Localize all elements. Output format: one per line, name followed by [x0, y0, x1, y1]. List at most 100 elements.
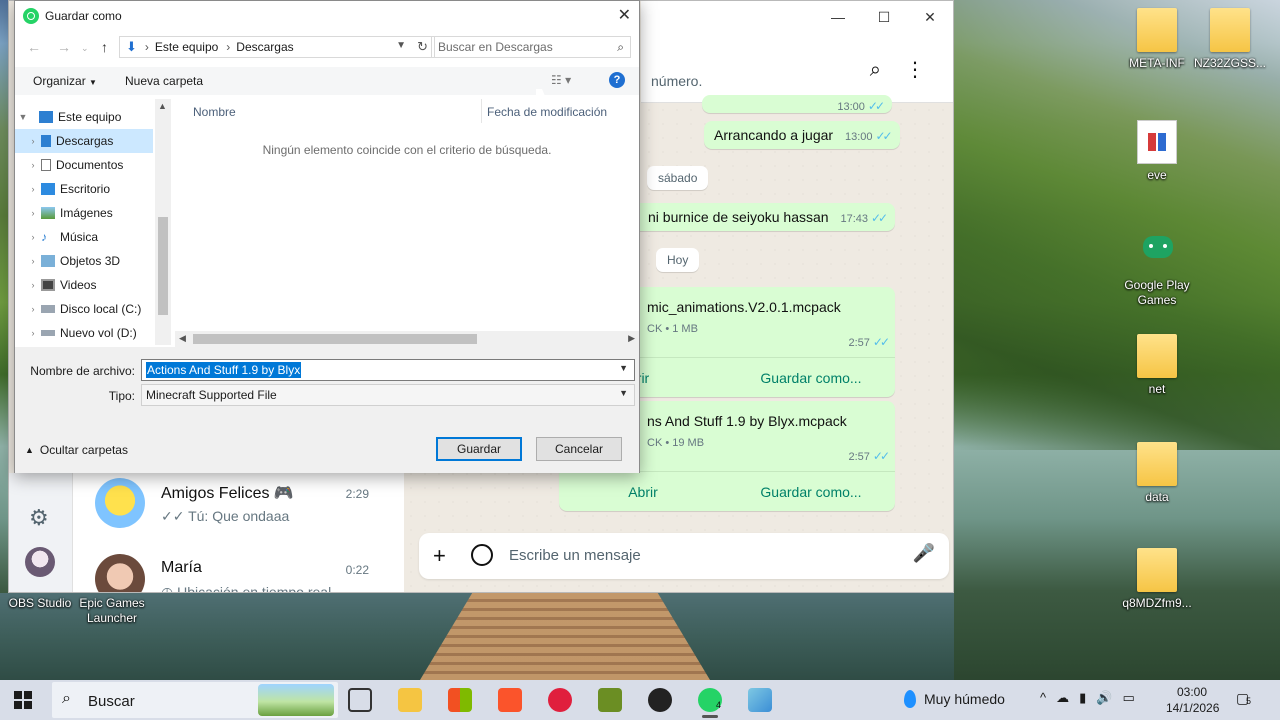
maximize-button[interactable]: ☐ — [861, 1, 907, 33]
tree-scrollbar[interactable]: ▲ — [155, 99, 171, 345]
scroll-left-icon[interactable]: ◀ — [179, 333, 186, 344]
cloud-icon[interactable]: ☁ — [1056, 690, 1069, 706]
column-header-date[interactable]: Fecha de modificación — [487, 105, 607, 119]
horizontal-scrollbar[interactable]: ◀ ▶ — [175, 331, 639, 347]
microphone-icon[interactable]: 🎤 — [913, 543, 935, 564]
more-options-icon[interactable]: ⋮ — [905, 57, 925, 82]
desktop-icon-google-play-games[interactable]: Google Play Games — [1117, 230, 1197, 308]
desktop-icon-net[interactable]: net — [1117, 334, 1197, 397]
scrollbar-thumb[interactable] — [193, 334, 477, 344]
network-icon[interactable]: ▭ — [1122, 690, 1134, 706]
organize-button[interactable]: Organizar ▼ — [33, 74, 97, 88]
breadcrumb-este-equipo[interactable]: Este equipo — [155, 40, 218, 54]
gear-icon[interactable]: ⚙ — [29, 505, 49, 531]
double-check-icon: ✓✓ — [867, 99, 885, 113]
chevron-down-icon[interactable]: ▼ — [396, 40, 406, 51]
chevron-right-icon[interactable]: › — [25, 232, 41, 242]
chat-list-item[interactable]: María 0:22 ◷ Ubicación en tiempo real — [73, 549, 403, 592]
chevron-right-icon[interactable]: › — [25, 256, 41, 266]
refresh-icon[interactable]: ↻ — [417, 39, 428, 55]
whatsapp-icon[interactable]: 4 — [698, 688, 722, 718]
weather-widget[interactable]: Muy húmedo — [904, 690, 1005, 708]
desktop-icon-obs-studio[interactable]: OBS Studio — [0, 596, 80, 611]
obs-studio-icon[interactable] — [648, 688, 672, 712]
tree-item-descargas[interactable]: › Descargas — [15, 129, 153, 153]
close-icon[interactable]: ✕ — [618, 5, 631, 25]
new-folder-button[interactable]: Nueva carpeta — [125, 74, 203, 88]
chevron-down-icon[interactable]: ▼ — [619, 388, 628, 398]
tree-item-escritorio[interactable]: › Escritorio — [15, 177, 153, 201]
chevron-right-icon[interactable]: › — [25, 184, 41, 194]
media-player-icon[interactable] — [548, 688, 572, 712]
chevron-up-icon[interactable]: ^ — [1040, 690, 1046, 706]
save-button[interactable]: Guardar — [436, 437, 522, 461]
taskbar-search[interactable]: ⌕ Buscar — [52, 682, 338, 718]
column-header-name[interactable]: Nombre — [193, 105, 236, 119]
recent-locations-icon[interactable]: ⌄ — [81, 43, 89, 54]
paint-icon[interactable] — [748, 688, 772, 712]
tree-item-documentos[interactable]: › Documentos — [15, 153, 153, 177]
task-view-icon[interactable] — [348, 688, 372, 712]
chevron-right-icon[interactable]: › — [25, 160, 41, 170]
tree-item-disco-local-c[interactable]: › Disco local (C:) — [15, 297, 153, 321]
desktop-icon-data[interactable]: data — [1117, 442, 1197, 505]
tree-item-imagenes[interactable]: › Imágenes — [15, 201, 153, 225]
chevron-down-icon[interactable]: ▼ — [15, 112, 31, 122]
filename-input[interactable]: Actions And Stuff 1.9 by Blyx ▼ — [141, 359, 635, 381]
help-icon[interactable]: ? — [609, 72, 625, 88]
chevron-right-icon[interactable]: › — [25, 280, 41, 290]
save-as-button[interactable]: Guardar como... — [727, 484, 895, 500]
tree-item-videos[interactable]: › Videos — [15, 273, 153, 297]
scroll-right-icon[interactable]: ▶ — [628, 333, 635, 344]
chevron-right-icon[interactable]: › — [25, 136, 41, 146]
tree-item-objetos-3d[interactable]: › Objetos 3D — [15, 249, 153, 273]
microsoft-store-icon[interactable] — [448, 688, 472, 712]
message-input[interactable]: Escribe un mensaje — [509, 547, 641, 564]
breadcrumb-descargas[interactable]: Descargas — [236, 40, 293, 54]
scroll-up-icon[interactable]: ▲ — [158, 101, 167, 111]
search-input[interactable]: Buscar en Descargas ⌕ — [431, 36, 631, 58]
chevron-down-icon[interactable]: ▼ — [619, 363, 628, 373]
close-button[interactable]: ✕ — [907, 1, 953, 33]
desktop-icon-epic-games[interactable]: Epic Games Launcher — [72, 596, 152, 626]
desktop-icon-q8mdzfm9[interactable]: q8MDZfm9... — [1117, 548, 1197, 611]
search-icon[interactable]: ⌕ — [870, 59, 881, 82]
windows-start-icon[interactable] — [14, 691, 32, 709]
back-arrow-icon[interactable]: ← — [27, 39, 41, 55]
scrollbar-thumb[interactable] — [158, 217, 168, 315]
cancel-button[interactable]: Cancelar — [536, 437, 622, 461]
view-options-icon[interactable]: ☷ ▾ — [551, 73, 571, 87]
forward-arrow-icon[interactable]: → — [57, 39, 71, 55]
chevron-right-icon[interactable]: › — [25, 208, 41, 218]
minimize-button[interactable]: — — [815, 1, 861, 33]
desktop-icon-eve[interactable]: eve — [1117, 120, 1197, 183]
address-bar[interactable]: ⬇ › Este equipo › Descargas ▼ ↻ — [119, 36, 435, 58]
tree-item-musica[interactable]: › ♪ Música — [15, 225, 153, 249]
desktop-icon-nz32zgss[interactable]: NZ32ZGSS... — [1190, 8, 1270, 71]
open-file-button[interactable]: Abrir — [559, 484, 727, 500]
sticker-icon[interactable] — [471, 544, 493, 566]
notifications-icon[interactable]: ▢ 5 — [1236, 690, 1251, 707]
up-arrow-icon[interactable]: ↑ — [101, 39, 108, 55]
avatar[interactable] — [25, 547, 55, 577]
usb-drive-icon[interactable]: ▮ — [1079, 690, 1086, 706]
column-divider[interactable] — [481, 99, 482, 123]
chevron-right-icon[interactable]: › — [25, 304, 41, 314]
tree-item-este-equipo[interactable]: ▼ Este equipo — [15, 105, 153, 129]
hide-folders-button[interactable]: ▲ Ocultar carpetas — [25, 443, 128, 457]
tree-item-nuevo-vol-d[interactable]: › Nuevo vol (D:) — [15, 321, 153, 345]
chevron-right-icon: › — [144, 40, 149, 54]
clock[interactable]: 03:00 14/1/2026 — [1166, 684, 1219, 716]
attach-plus-icon[interactable]: + — [433, 543, 446, 569]
chevron-right-icon[interactable]: › — [25, 328, 41, 338]
folder-icon — [1137, 548, 1177, 592]
brave-browser-icon[interactable] — [498, 688, 522, 712]
desktop-icon-meta-inf[interactable]: META-INF — [1117, 8, 1197, 71]
file-type-select[interactable]: Minecraft Supported File ▼ — [141, 384, 635, 406]
volume-icon[interactable]: 🔊 — [1096, 690, 1112, 706]
save-as-button[interactable]: Guardar como... — [727, 370, 895, 386]
minecraft-icon[interactable] — [598, 688, 622, 712]
chat-list-item[interactable]: Amigos Felices 🎮 2:29 ✓✓ Tú: Que ondaaa — [73, 473, 403, 541]
chat-header: número. ⌕ ⋮ — [641, 33, 953, 103]
file-explorer-icon[interactable] — [398, 688, 422, 712]
